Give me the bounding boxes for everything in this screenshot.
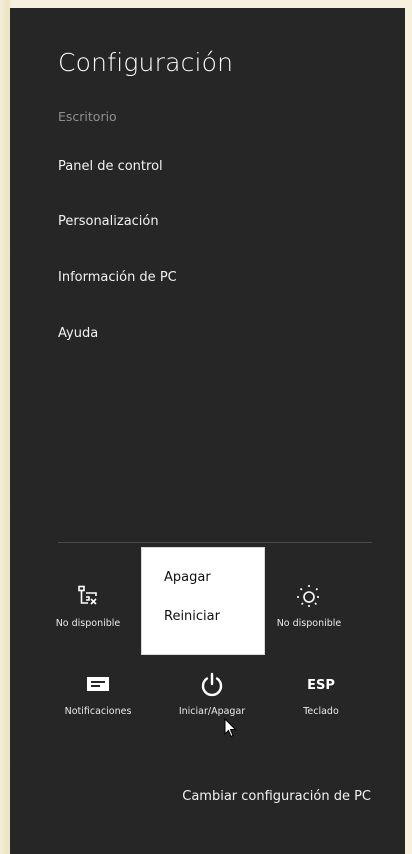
brightness-icon [259, 580, 359, 614]
brightness-tile[interactable]: No disponible [259, 580, 359, 629]
network-unavailable-icon [38, 580, 138, 614]
mouse-cursor-icon [224, 717, 238, 738]
restart-menu-item[interactable]: Reiniciar [164, 609, 220, 624]
panel-subtitle: Escritorio [58, 109, 117, 124]
menu-item-control-panel[interactable]: Panel de control [58, 159, 163, 174]
shutdown-menu-item[interactable]: Apagar [164, 570, 211, 585]
power-tile-label: Iniciar/Apagar [178, 706, 246, 717]
change-pc-settings-link[interactable]: Cambiar configuración de PC [182, 789, 371, 804]
menu-item-help[interactable]: Ayuda [58, 326, 98, 341]
keyboard-tile-label: Teclado [303, 706, 339, 717]
keyboard-language-code: ESP [307, 677, 335, 693]
power-tile[interactable]: Iniciar/Apagar [162, 668, 262, 717]
power-icon [162, 668, 262, 702]
keyboard-language-icon: ESP [271, 668, 371, 702]
menu-item-pc-info[interactable]: Información de PC [58, 270, 177, 285]
notifications-tile[interactable]: Notificaciones [48, 668, 148, 717]
divider [58, 542, 372, 543]
network-tile-label: No disponible [55, 618, 121, 629]
network-tile[interactable]: No disponible [38, 580, 138, 629]
notifications-tile-label: Notificaciones [64, 706, 132, 717]
power-menu-popup: Apagar Reiniciar [142, 548, 264, 654]
settings-charm-panel: Configuración Escritorio Panel de contro… [10, 8, 405, 854]
brightness-tile-label: No disponible [276, 618, 342, 629]
notifications-icon [48, 668, 148, 702]
panel-title: Configuración [58, 48, 234, 77]
keyboard-tile[interactable]: ESP Teclado [271, 668, 371, 718]
menu-item-personalization[interactable]: Personalización [58, 214, 159, 229]
